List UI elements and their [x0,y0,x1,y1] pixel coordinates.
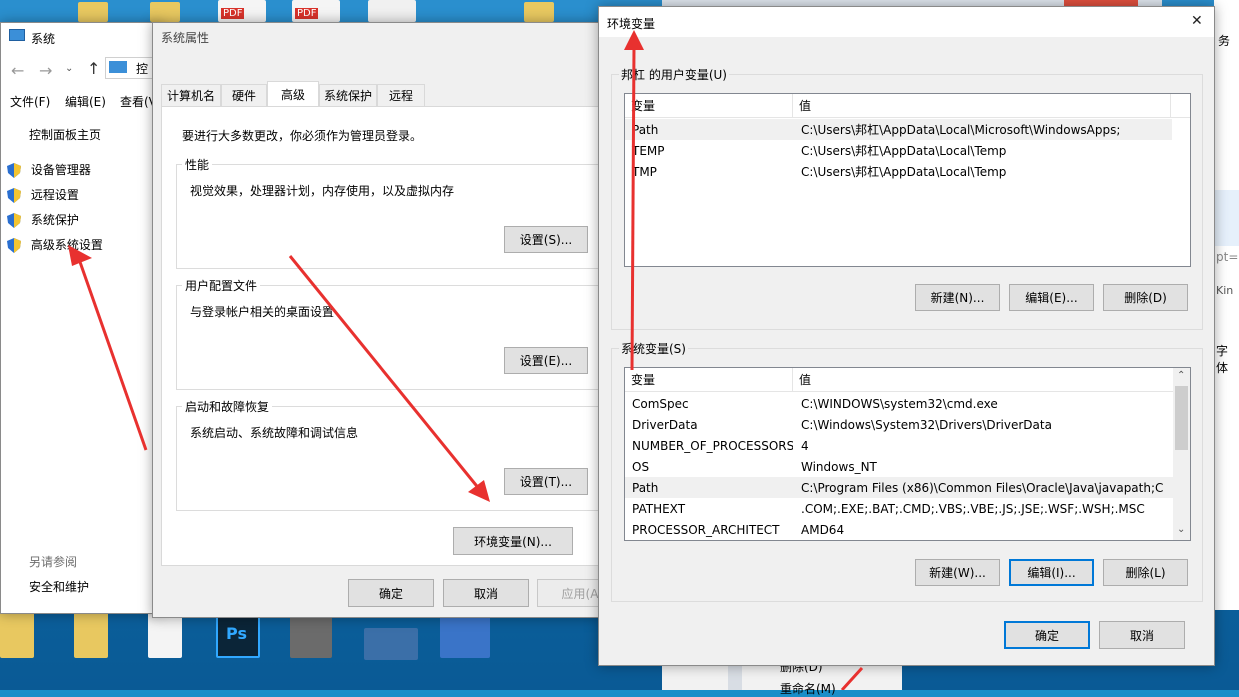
arrow-to-environment-button [288,255,490,502]
arrow-bottom-right [840,666,864,690]
arrow-to-advanced-settings [68,245,148,451]
annotation-arrows [68,30,864,690]
arrow-to-env-title [624,30,644,371]
